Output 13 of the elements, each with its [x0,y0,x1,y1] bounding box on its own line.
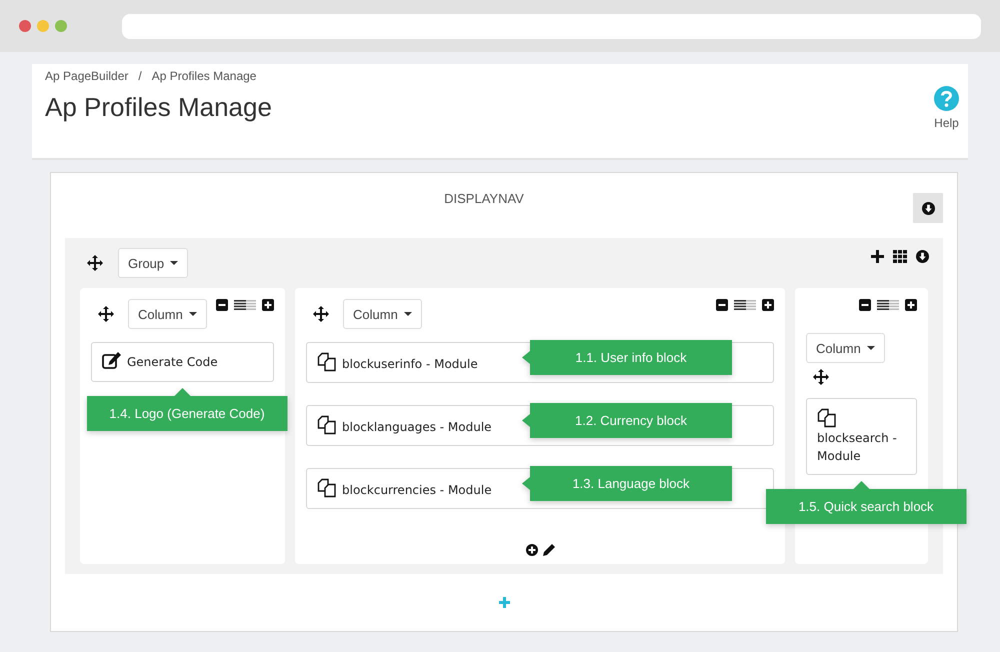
module-label: blocksearch - Module [817,431,897,463]
module-label: blockuserinfo - Module [342,357,478,371]
callout-tooltip: 1.5. Quick search block [766,481,966,524]
callout-tooltip: 1.3. Language block [522,466,732,501]
module-label: Generate Code [127,355,218,369]
callout-tooltip: 1.1. User info block [522,340,732,375]
module-label: blockcurrencies - Module [342,483,492,497]
callout-tooltip: 1.2. Currency block [522,403,732,438]
hook-name: DISPLAYNAV [444,191,524,208]
breadcrumb-separator: / [138,69,142,83]
page-title: Ap Profiles Manage [45,92,272,123]
module-label: blocklanguages - Module [342,420,492,434]
callout-tooltip: 1.4. Logo (Generate Code) [86,388,288,431]
